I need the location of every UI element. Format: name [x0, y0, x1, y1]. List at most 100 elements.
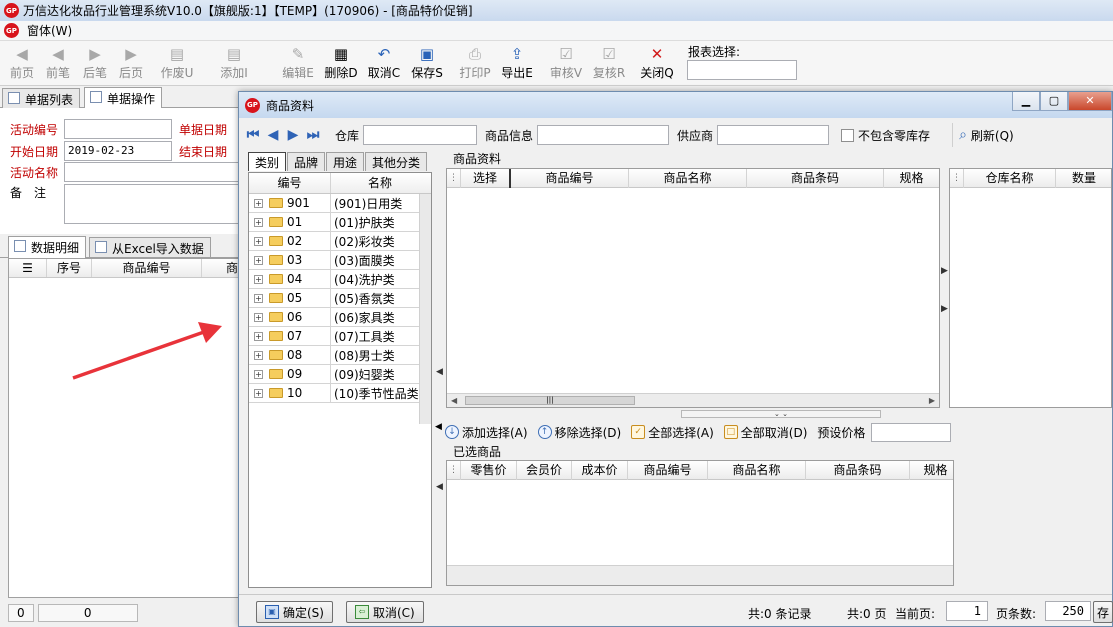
activity-no-input[interactable] — [64, 119, 172, 139]
refresh-button[interactable]: ⌕ 刷新(Q) — [952, 123, 1014, 147]
maximize-button[interactable]: ▢ — [1040, 92, 1068, 111]
expand-plus-icon[interactable]: + — [254, 350, 263, 360]
remark-input[interactable] — [64, 184, 240, 224]
grid-icon — [14, 240, 26, 252]
cancel-all-button[interactable]: □ 全部取消(D) — [723, 424, 807, 441]
expand-plus-icon[interactable]: + — [254, 198, 263, 208]
row-handle-icon: ☰ — [9, 259, 47, 277]
folder-icon — [269, 198, 283, 208]
tree-row[interactable]: +06 (06)家具类 — [249, 308, 431, 327]
cancel-button[interactable]: ↶ 取消C — [364, 44, 404, 84]
dialog-footer: ▣ 确定(S) ⇦ 取消(C) 共:0 条记录 共:0 页 当前页: 1 页条数: … — [239, 594, 1113, 626]
folder-icon — [269, 312, 283, 322]
tab-doc-list[interactable]: 单据列表 — [2, 88, 81, 108]
menu-window[interactable]: 窗体(W) — [27, 22, 72, 39]
col-product-code: 商品编号 — [511, 169, 629, 188]
right-splitter[interactable]: ▶ ▶ — [941, 168, 949, 408]
tree-row[interactable]: +901 (901)日用类 — [249, 194, 431, 213]
scroll-thumb[interactable]: ||| — [465, 396, 635, 405]
dialog-close-button[interactable]: ✕ — [1068, 92, 1112, 111]
next-nav-icon[interactable]: ▶ — [283, 127, 303, 143]
last-nav-icon[interactable]: ⏭ — [303, 127, 323, 143]
expand-plus-icon[interactable]: + — [254, 312, 263, 322]
expand-plus-icon[interactable]: + — [254, 293, 263, 303]
preset-price-input[interactable] — [871, 422, 952, 442]
product-grid-hscroll[interactable]: ◀ ||| ▶ — [447, 393, 939, 407]
tab-brand[interactable]: 品牌 — [287, 152, 326, 171]
report-select[interactable] — [687, 60, 797, 80]
tab-other-category[interactable]: 其他分类 — [365, 152, 428, 171]
tree-row[interactable]: +08 (08)男士类 — [249, 346, 431, 365]
tab-category[interactable]: 类别 — [248, 152, 287, 171]
supplier-input[interactable] — [717, 125, 830, 145]
tree-code-cell: +04 — [249, 270, 331, 288]
col-product-code: 商品编号 — [92, 259, 202, 277]
folder-icon — [269, 293, 283, 303]
tree-row[interactable]: +02 (02)彩妆类 — [249, 232, 431, 251]
selected-handle-icon: ⋮ — [447, 461, 461, 480]
tree-name-cell: (04)洗护类 — [334, 272, 395, 287]
tree-row[interactable]: +10 (10)季节性品类 — [249, 384, 431, 403]
collapse-left-icon[interactable]: ◀ — [436, 367, 443, 377]
vertical-splitter-handle[interactable]: ⌄ ⌄ — [681, 410, 881, 418]
start-date-input[interactable]: 2019-02-23 — [64, 141, 172, 161]
expand-plus-icon[interactable]: + — [254, 388, 263, 398]
print-button[interactable]: ⎙ 打印P — [455, 44, 495, 84]
exclude-zero-checkbox[interactable] — [841, 128, 855, 142]
first-nav-icon[interactable]: ⏮ — [243, 127, 263, 143]
left-splitter[interactable]: ◀ ◀ — [436, 152, 444, 588]
preset-price-label: 预设价格 — [817, 425, 866, 440]
tree-row[interactable]: +07 (07)工具类 — [249, 327, 431, 346]
action-splitter-icon[interactable]: ◀ — [435, 422, 442, 432]
tree-row[interactable]: +01 (01)护肤类 — [249, 213, 431, 232]
expand-plus-icon[interactable]: + — [254, 217, 263, 227]
delete-button[interactable]: ▦ 删除D — [321, 44, 361, 84]
tree-row[interactable]: +03 (03)面膜类 — [249, 251, 431, 270]
save-button[interactable]: ▣ 保存S — [407, 44, 447, 84]
tab-doc-ops[interactable]: 单据操作 — [84, 87, 163, 108]
last-page-button[interactable]: ▶ 后页 — [111, 44, 151, 84]
col-member-price: 会员价 — [517, 461, 572, 480]
export-button[interactable]: ⇪ 导出E — [497, 44, 537, 84]
dialog-cancel-button[interactable]: ⇦ 取消(C) — [346, 601, 424, 623]
add-button[interactable]: ▤ 添加I — [214, 44, 254, 84]
save-page-size-button[interactable]: 存 — [1093, 601, 1113, 623]
current-page-input[interactable]: 1 — [946, 601, 988, 621]
warehouse-input[interactable] — [363, 125, 478, 145]
tab-usage[interactable]: 用途 — [326, 152, 365, 171]
tree-row[interactable]: +04 (04)洗护类 — [249, 270, 431, 289]
select-all-button[interactable]: ✓ 全部选择(A) — [631, 424, 714, 441]
tab-detail-data[interactable]: 数据明细 — [8, 236, 87, 258]
tree-row[interactable]: +09 (09)妇婴类 — [249, 365, 431, 384]
minimize-button[interactable]: ▁ — [1012, 92, 1040, 111]
tree-scrollbar[interactable] — [419, 194, 431, 424]
expand-plus-icon[interactable]: + — [254, 331, 263, 341]
expand-plus-icon[interactable]: + — [254, 236, 263, 246]
remove-selection-button[interactable]: ↑ 移除选择(D) — [537, 424, 621, 441]
void-button[interactable]: ▤ 作废U — [157, 44, 197, 84]
selected-grid: ⋮ 零售价 会员价 成本价 商品编号 商品名称 商品条码 规格 — [446, 460, 954, 586]
close-button[interactable]: ✕ 关闭Q — [637, 44, 677, 84]
tree-row[interactable]: +05 (05)香氛类 — [249, 289, 431, 308]
product-info-label: 商品信息 — [485, 128, 534, 143]
activity-name-input[interactable] — [64, 162, 240, 182]
add-selection-button[interactable]: ↓ 添加选择(A) — [445, 424, 528, 441]
expand-plus-icon[interactable]: + — [254, 369, 263, 379]
expand-right-icon[interactable]: ▶ — [941, 266, 948, 276]
approve-button[interactable]: ☑ 审核V — [546, 44, 586, 84]
expand-right-icon-2[interactable]: ▶ — [941, 304, 948, 314]
expand-plus-icon[interactable]: + — [254, 274, 263, 284]
prev-nav-icon[interactable]: ◀ — [263, 127, 283, 143]
edit-button[interactable]: ✎ 编辑E — [278, 44, 318, 84]
ok-button[interactable]: ▣ 确定(S) — [256, 601, 333, 623]
recheck-button[interactable]: ☑ 复核R — [589, 44, 629, 84]
tab-excel-import[interactable]: 从Excel导入数据 — [89, 237, 211, 257]
first-page-icon: ◀ — [16, 45, 28, 63]
collapse-left-icon-2[interactable]: ◀ — [436, 482, 443, 492]
list-icon — [8, 92, 20, 104]
edit-icon: ✎ — [291, 45, 305, 63]
page-size-input[interactable]: 250 — [1045, 601, 1091, 621]
expand-plus-icon[interactable]: + — [254, 255, 263, 265]
status-count-left: 0 — [8, 604, 34, 622]
product-info-input[interactable] — [537, 125, 670, 145]
